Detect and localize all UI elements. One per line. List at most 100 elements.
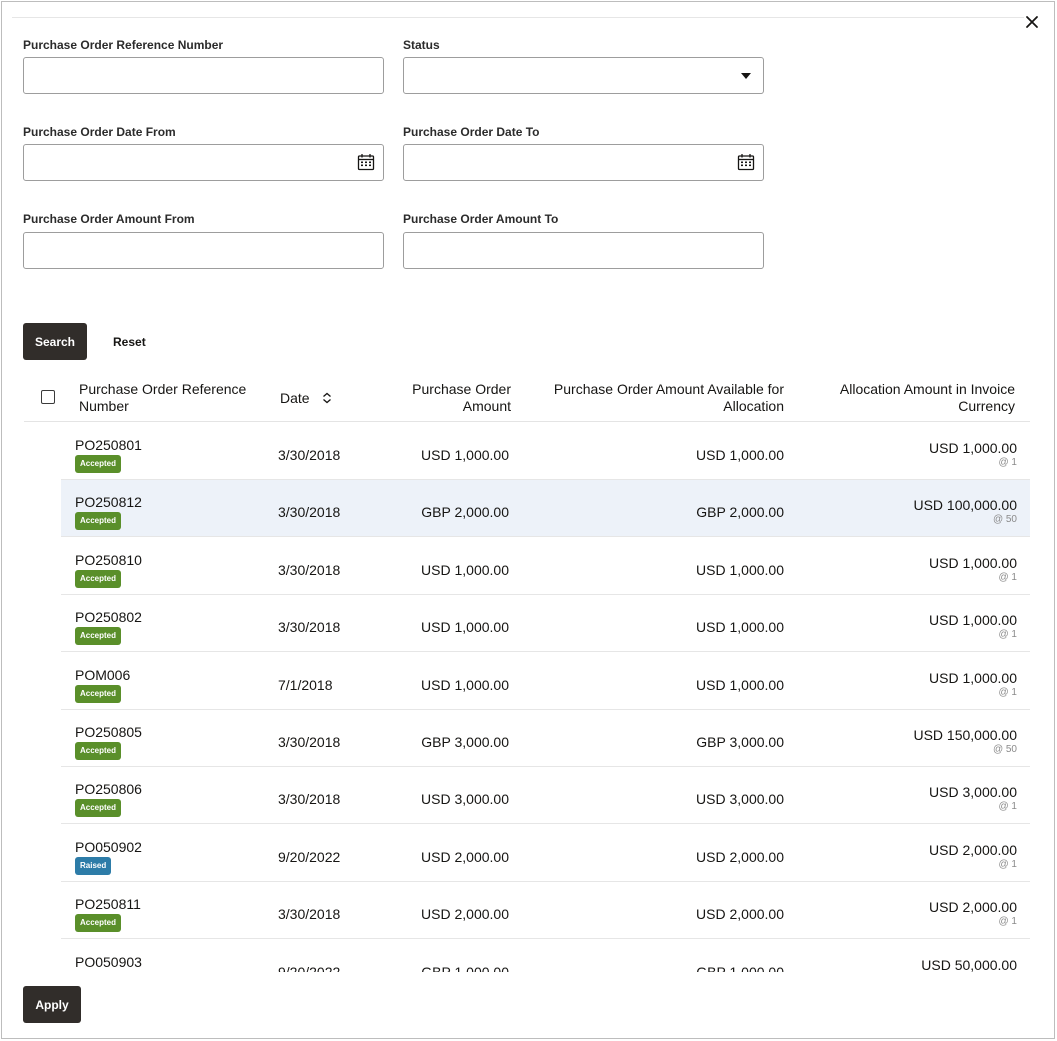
filter-dialog: Purchase Order Reference Number Status P…	[1, 1, 1055, 1039]
po-amount: GBP 3,000.00	[421, 734, 509, 750]
po-ref-link[interactable]: POM006	[75, 667, 130, 683]
search-button[interactable]: Search	[23, 323, 87, 360]
po-amount: USD 1,000.00	[421, 619, 509, 636]
table-row[interactable]: PO050902 Raised 9/20/2022 USD 2,000.00 USD 2…	[61, 825, 1030, 882]
reset-button[interactable]: Reset	[113, 335, 146, 349]
po-amount: USD 1,000.00	[421, 447, 509, 463]
allocation-amount: USD 1,000.00	[929, 440, 1017, 456]
table-row[interactable]: PO250810 Accepted 3/30/2018 USD 1,000.00 USD…	[61, 538, 1030, 595]
po-ref-link[interactable]: PO050903	[75, 954, 142, 970]
amount-to-input[interactable]	[403, 232, 764, 269]
calendar-icon[interactable]	[357, 153, 375, 171]
po-date: 3/30/2018	[278, 906, 341, 923]
po-date: 3/30/2018	[278, 561, 341, 578]
po-amount: GBP 1,000.00	[421, 963, 509, 972]
exchange-rate: @ 1	[998, 858, 1018, 870]
status-badge: Raised	[75, 856, 112, 875]
po-date: 3/30/2018	[278, 734, 341, 750]
status-badge: Accepted	[75, 569, 122, 588]
exchange-rate: @ 1	[998, 916, 1018, 928]
exchange-rate: @ 50	[992, 514, 1017, 526]
amount-from-label: Purchase Order Amount From	[23, 212, 195, 226]
date-to-label: Purchase Order Date To	[403, 125, 540, 139]
po-amount: USD 2,000.00	[421, 848, 509, 865]
table-row[interactable]: POM006 Accepted 7/1/2018 USD 1,000.00 USD 1,…	[61, 653, 1030, 710]
date-from-input[interactable]	[23, 144, 384, 181]
po-date: 9/20/2022	[278, 848, 341, 865]
amount-from-text[interactable]	[24, 233, 383, 268]
allocation-amount: USD 1,000.00	[929, 612, 1017, 629]
table-row[interactable]: PO250812 Accepted 3/30/2018 GBP 2,000.00 GBP…	[61, 480, 1030, 538]
po-available-amount: GBP 2,000.00	[696, 504, 784, 521]
table-row[interactable]: PO050903Raised9/20/2022GBP 1,000.00GBP 1…	[61, 940, 1030, 972]
po-ref-link[interactable]: PO250802	[75, 609, 142, 625]
status-select[interactable]	[403, 57, 764, 94]
caret-down-icon	[741, 73, 751, 79]
close-icon[interactable]	[1024, 14, 1040, 30]
table-row[interactable]: PO250801 Accepted 3/30/2018 USD 1,000.00 USD…	[61, 423, 1030, 480]
amount-from-input[interactable]	[23, 232, 384, 269]
sort-icon[interactable]	[322, 392, 332, 404]
po-ref-link[interactable]: PO250806	[75, 781, 142, 797]
allocation-amount: USD 3,000.00	[929, 784, 1017, 801]
po-ref-link[interactable]: PO250805	[75, 724, 142, 740]
table-row[interactable]: PO250806 Accepted 3/30/2018 USD 3,000.00 USD…	[61, 767, 1030, 825]
amount-to-label: Purchase Order Amount To	[403, 212, 559, 226]
allocation-amount: USD 2,000.00	[929, 841, 1017, 858]
po-available-amount: USD 1,000.00	[696, 676, 784, 693]
amount-to-text[interactable]	[404, 233, 763, 268]
date-to-text[interactable]	[404, 145, 763, 180]
status-label: Status	[403, 38, 440, 52]
header-date-label: Date	[280, 390, 310, 406]
exchange-rate: @ 1	[998, 457, 1018, 468]
po-available-amount: GBP 1,000.00	[696, 963, 784, 972]
status-badge: Accepted	[75, 799, 122, 818]
status-badge: Accepted	[75, 455, 122, 473]
status-badge: Accepted	[75, 742, 122, 760]
po-amount: USD 1,000.00	[421, 561, 509, 578]
po-date: 3/30/2018	[278, 791, 341, 808]
status-badge: Accepted	[75, 684, 122, 703]
divider	[12, 17, 1024, 18]
allocation-amount: USD 1,000.00	[929, 554, 1017, 571]
po-ref-link[interactable]: PO250812	[75, 494, 142, 510]
apply-button[interactable]: Apply	[23, 986, 81, 1023]
po-ref-label: Purchase Order Reference Number	[23, 38, 224, 52]
po-amount: USD 2,000.00	[421, 906, 509, 923]
table-row[interactable]: PO250811 Accepted 3/30/2018 USD 2,000.00 USD…	[61, 882, 1030, 940]
header-amount: Purchase Order Amount	[412, 381, 511, 414]
po-ref-link[interactable]: PO050902	[75, 839, 142, 855]
po-available-amount: USD 1,000.00	[696, 447, 784, 463]
po-ref-link[interactable]: PO250811	[75, 896, 141, 912]
po-available-amount: USD 2,000.00	[696, 906, 784, 923]
table-row[interactable]: PO250805 Accepted 3/30/2018 GBP 3,000.00 GBP…	[61, 710, 1030, 767]
po-ref-input[interactable]	[23, 57, 384, 94]
date-from-label: Purchase Order Date From	[23, 125, 176, 139]
po-ref-link[interactable]: PO250801	[75, 437, 142, 453]
select-all-checkbox[interactable]	[41, 390, 55, 404]
po-date: 3/30/2018	[278, 447, 341, 463]
exchange-rate: @ 1	[998, 686, 1018, 698]
po-ref-link[interactable]: PO250810	[75, 552, 142, 568]
allocation-amount: USD 150,000.00	[913, 727, 1017, 743]
header-allocation: Allocation Amount in Invoice Currency	[839, 381, 1015, 414]
table-header: Purchase Order Reference Number Date Pur…	[24, 372, 1030, 422]
purchase-order-table: Purchase Order Reference Number Date Pur…	[24, 372, 1030, 972]
calendar-icon[interactable]	[737, 153, 755, 171]
allocation-amount: USD 2,000.00	[929, 899, 1017, 916]
po-amount: USD 3,000.00	[421, 791, 509, 808]
status-badge: Accepted	[75, 627, 122, 646]
po-date: 3/30/2018	[278, 619, 341, 636]
date-to-input[interactable]	[403, 144, 764, 181]
allocation-amount: USD 50,000.00	[921, 956, 1017, 972]
po-ref-text[interactable]	[24, 58, 383, 93]
date-from-text[interactable]	[24, 145, 383, 180]
table-row[interactable]: PO250802 Accepted 3/30/2018 USD 1,000.00 USD…	[61, 595, 1030, 653]
po-available-amount: USD 2,000.00	[696, 848, 784, 865]
exchange-rate: @ 1	[998, 571, 1018, 583]
allocation-amount: USD 100,000.00	[913, 497, 1017, 514]
exchange-rate: @ 50	[992, 744, 1017, 755]
exchange-rate: @ 1	[998, 801, 1018, 813]
header-date[interactable]: Date	[280, 390, 332, 407]
po-amount: USD 1,000.00	[421, 676, 509, 693]
